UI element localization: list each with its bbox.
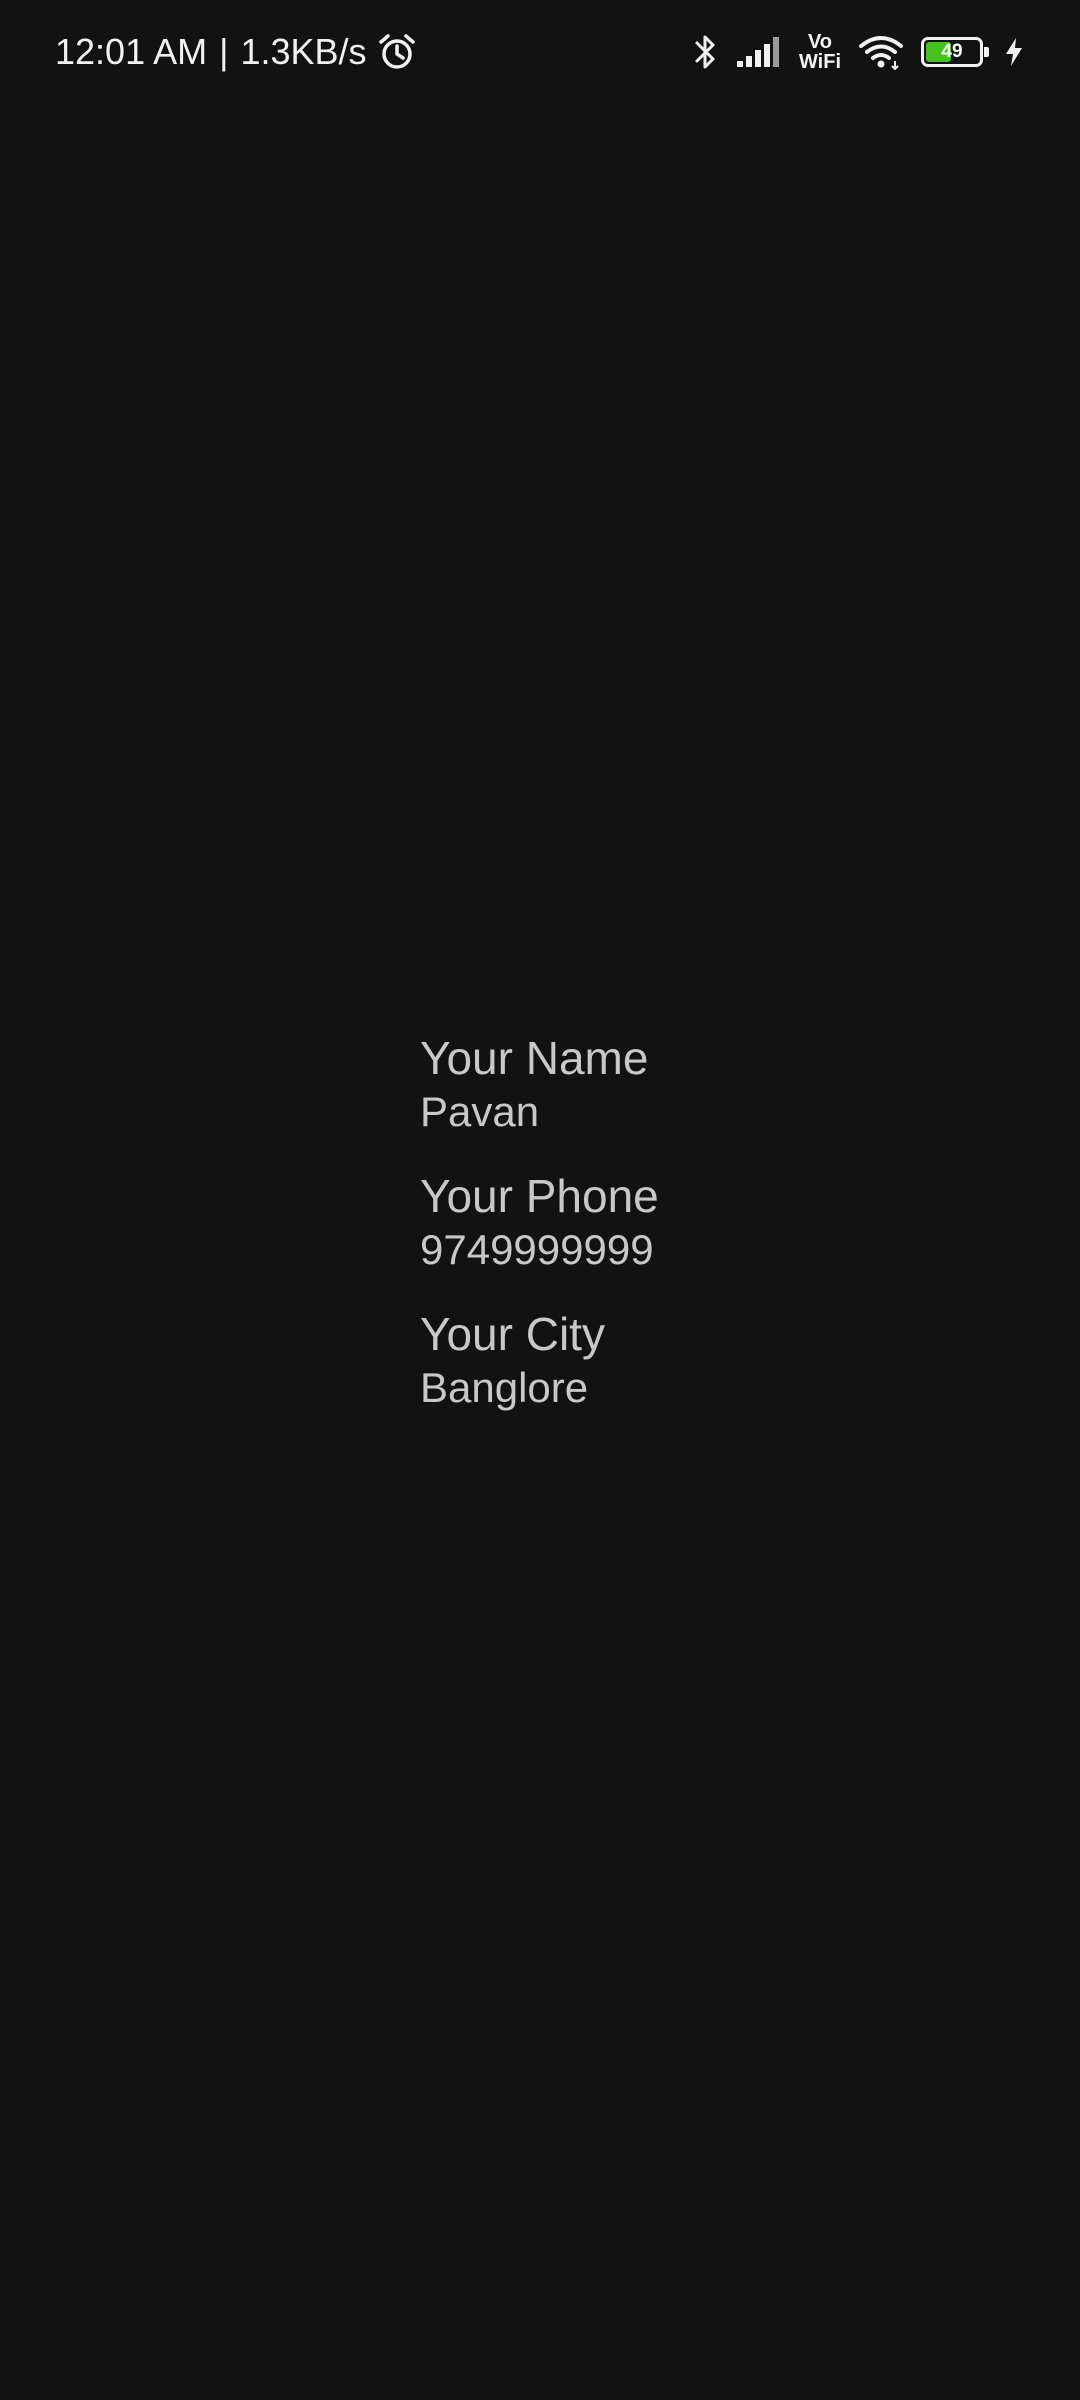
status-right: Vo WiFi 49 <box>675 26 1025 78</box>
phone-value: 9749999999 <box>420 1226 654 1273</box>
name-value: Pavan <box>420 1088 540 1135</box>
network-speed: 1.3KB/s <box>240 31 367 72</box>
battery-level: 49 <box>941 41 963 62</box>
city-label: Your City <box>420 1308 605 1360</box>
vowifi-bottom-label: WiFi <box>798 51 841 73</box>
signal-icon <box>735 35 783 69</box>
wifi-icon <box>857 33 905 71</box>
city-field: Your City Banglore <box>420 1306 980 1414</box>
charging-icon <box>1003 36 1025 68</box>
vowifi-top-label: Vo <box>807 31 833 53</box>
status-separator: | <box>219 31 229 72</box>
vowifi-icon: Vo WiFi <box>799 32 841 72</box>
name-label: Your Name <box>420 1032 649 1084</box>
city-value: Banglore <box>420 1364 589 1411</box>
phone-field: Your Phone 9749999999 <box>420 1168 980 1276</box>
battery-icon: 49 <box>921 37 989 67</box>
status-left: 12:01 AM | 1.3KB/s <box>55 26 417 78</box>
clock: 12:01 AM <box>55 31 208 72</box>
alarm-icon <box>377 32 417 72</box>
name-field: Your Name Pavan <box>420 1030 980 1138</box>
status-bar: 12:01 AM | 1.3KB/s Vo WiFi 49 <box>0 0 1080 104</box>
phone-label: Your Phone <box>420 1170 659 1222</box>
bluetooth-icon <box>691 32 719 72</box>
battery-body: 49 <box>921 37 989 67</box>
profile-info: Your Name Pavan Your Phone 9749999999 Yo… <box>420 1030 980 1444</box>
